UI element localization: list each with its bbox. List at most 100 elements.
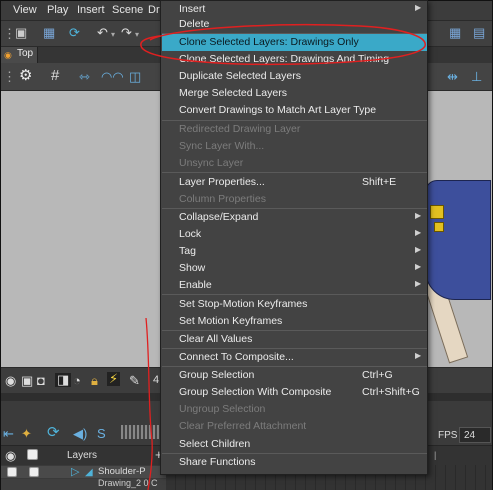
menu-item-set-motion-keyframes[interactable]: Set Motion Keyframes — [162, 313, 427, 330]
menu-item-share-functions[interactable]: Share Functions — [162, 454, 427, 471]
grid-view-icon[interactable]: ▦ — [449, 26, 461, 40]
menu-item-ungroup-selection: Ungroup Selection — [162, 401, 427, 418]
layer-enable-checkbox[interactable] — [29, 467, 39, 477]
timeline-slider[interactable] — [121, 425, 159, 439]
character-button-drawing — [430, 205, 444, 219]
menu-item-clear-preferred-attachment: Clear Preferred Attachment — [162, 418, 427, 435]
submenu-arrow-icon: ▶ — [415, 351, 422, 360]
menu-item-label: Show — [179, 262, 206, 274]
layer-name: Drawing_2 0 C — [98, 478, 158, 488]
character-button-drawing — [434, 222, 444, 232]
menu-item-shortcut: Ctrl+G — [362, 369, 393, 381]
camera-view-icon[interactable]: ◘ — [37, 374, 45, 388]
peg-layer-icon: ◢ — [85, 467, 93, 478]
menu-item-redirected-drawing-layer: Redirected Drawing Layer — [162, 121, 427, 138]
menu-item-unsync-layer: Unsync Layer — [162, 155, 427, 172]
menu-item-select-children[interactable]: Select Children — [162, 436, 427, 453]
menu-item-connect-to-composite[interactable]: Connect To Composite... ▶ — [162, 349, 427, 366]
menu-item-clone-drawings-and-timing[interactable]: Clone Selected Layers: Drawings And Timi… — [162, 51, 427, 68]
eyes-icon[interactable]: ◠◠ — [101, 70, 124, 84]
sound-scrub-icon[interactable]: S — [97, 427, 106, 441]
add-keyframe-icon[interactable]: ✦ — [21, 427, 32, 441]
save-icon[interactable]: ▣ — [15, 26, 27, 40]
layout-icon[interactable]: ▦ — [43, 26, 55, 40]
menu-item-convert-drawings[interactable]: Convert Drawings to Match Art Layer Type — [162, 102, 427, 119]
menu-item-clear-all-values[interactable]: Clear All Values — [162, 331, 427, 348]
frame-icon[interactable]: ▣ — [21, 374, 33, 388]
menu-item-clone-drawings-only[interactable]: Clone Selected Layers: Drawings Only — [162, 34, 427, 51]
play-back-icon[interactable]: ⇤ — [3, 427, 14, 441]
lock-icon[interactable]: 🔒︎ — [91, 374, 98, 388]
menu-item-set-stop-motion-keyframes[interactable]: Set Stop-Motion Keyframes — [162, 296, 427, 313]
align-icon[interactable]: ⇹ — [447, 70, 458, 84]
menu-item-enable[interactable]: Enable ▶ — [162, 277, 427, 294]
menu-item-show[interactable]: Show ▶ — [162, 260, 427, 277]
menu-separator — [162, 294, 427, 295]
menu-separator — [162, 172, 427, 173]
menu-item-label: Column Properties — [179, 193, 266, 205]
view-mode-icon[interactable]: ◉ — [5, 374, 16, 388]
menu-scene[interactable]: Scene — [112, 4, 143, 16]
layer-context-menu: Insert ▶ Delete Clone Selected Layers: D… — [160, 0, 428, 475]
submenu-arrow-icon: ▶ — [415, 211, 422, 220]
menu-item-layer-properties[interactable]: Layer Properties... Shift+E — [162, 174, 427, 191]
brush-icon[interactable]: ✎ — [129, 374, 140, 388]
menu-item-lock[interactable]: Lock ▶ — [162, 226, 427, 243]
menu-item-shortcut: Ctrl+Shift+G — [362, 386, 420, 398]
grid-icon[interactable]: # — [51, 68, 59, 83]
redo-dropdown-icon[interactable]: ▾ — [135, 28, 139, 42]
menu-item-label: Ungroup Selection — [179, 403, 266, 415]
menu-item-collapse-expand[interactable]: Collapse/Expand ▶ — [162, 209, 427, 226]
fps-label: FPS — [438, 430, 458, 441]
layer-visible-checkbox[interactable] — [7, 467, 17, 477]
character-body-drawing — [425, 180, 491, 300]
layer-row[interactable]: ▷ ◢ Shoulder-P — [1, 466, 166, 478]
menu-item-delete[interactable]: Delete — [162, 16, 427, 33]
menu-play[interactable]: Play — [47, 4, 68, 16]
submenu-arrow-icon: ▶ — [415, 279, 422, 288]
menu-item-group-selection[interactable]: Group Selection Ctrl+G — [162, 367, 427, 384]
lightning-icon[interactable]: ⚡︎ — [107, 372, 121, 386]
gear-icon[interactable]: ⚙ — [19, 68, 32, 83]
eye-icon[interactable]: ◔ — [73, 374, 81, 388]
menu-item-sync-layer: Sync Layer With... — [162, 138, 427, 155]
frame-number: | — [434, 450, 437, 460]
undo-dropdown-icon[interactable]: ▾ — [111, 28, 115, 42]
expand-arrow-icon[interactable]: ▷ — [71, 465, 79, 479]
flip-horizontal-icon[interactable]: ⇿ — [79, 70, 90, 84]
eye-column-icon: ◉ — [5, 448, 17, 463]
reload-icon[interactable]: ⟳ — [69, 26, 80, 40]
menu-item-label: Unsync Layer — [179, 157, 244, 169]
tab-top-label: Top — [17, 48, 34, 59]
zoom-value: 4 — [153, 374, 160, 386]
menu-item-label: Group Selection — [179, 369, 255, 381]
menu-item-label: Clone Selected Layers: Drawings Only — [179, 36, 359, 48]
menu-item-label: Delete — [179, 18, 210, 30]
sound-icon[interactable]: ◀) — [73, 427, 87, 441]
menu-view[interactable]: View — [13, 4, 37, 16]
enable-column-icon — [27, 449, 38, 460]
fps-field[interactable]: 24 — [459, 427, 491, 443]
menu-drawing[interactable]: Dr — [148, 4, 160, 16]
undo-icon[interactable]: ↶ — [97, 26, 108, 40]
menu-item-label: Tag — [179, 245, 196, 257]
layer-row[interactable]: Drawing_2 0 C — [1, 478, 166, 490]
menu-item-duplicate-layers[interactable]: Duplicate Selected Layers — [162, 68, 427, 85]
toolbar-handle-icon: ⋮ — [3, 69, 16, 84]
menu-item-label: Set Motion Keyframes — [179, 315, 283, 327]
menu-insert[interactable]: Insert — [77, 4, 105, 16]
tab-top[interactable]: ◉ Top — [1, 47, 39, 63]
menu-item-merge-layers[interactable]: Merge Selected Layers — [162, 85, 427, 102]
light-table-icon[interactable]: ◨ — [55, 373, 72, 387]
menu-item-shortcut: Shift+E — [362, 176, 397, 188]
loop-icon[interactable]: ⟳ — [47, 425, 60, 440]
menu-item-label: Redirected Drawing Layer — [179, 123, 301, 135]
layers-label: Layers — [67, 450, 98, 461]
menu-item-label: Clear All Values — [179, 333, 253, 345]
pivot-icon[interactable]: ⊥ — [471, 70, 482, 84]
onion-skin-icon[interactable]: ◫ — [129, 70, 141, 84]
menu-item-group-selection-with-composite[interactable]: Group Selection With Composite Ctrl+Shif… — [162, 384, 427, 401]
menu-item-tag[interactable]: Tag ▶ — [162, 243, 427, 260]
panel-view-icon[interactable]: ▤ — [473, 26, 485, 40]
redo-icon[interactable]: ↷ — [121, 26, 132, 40]
